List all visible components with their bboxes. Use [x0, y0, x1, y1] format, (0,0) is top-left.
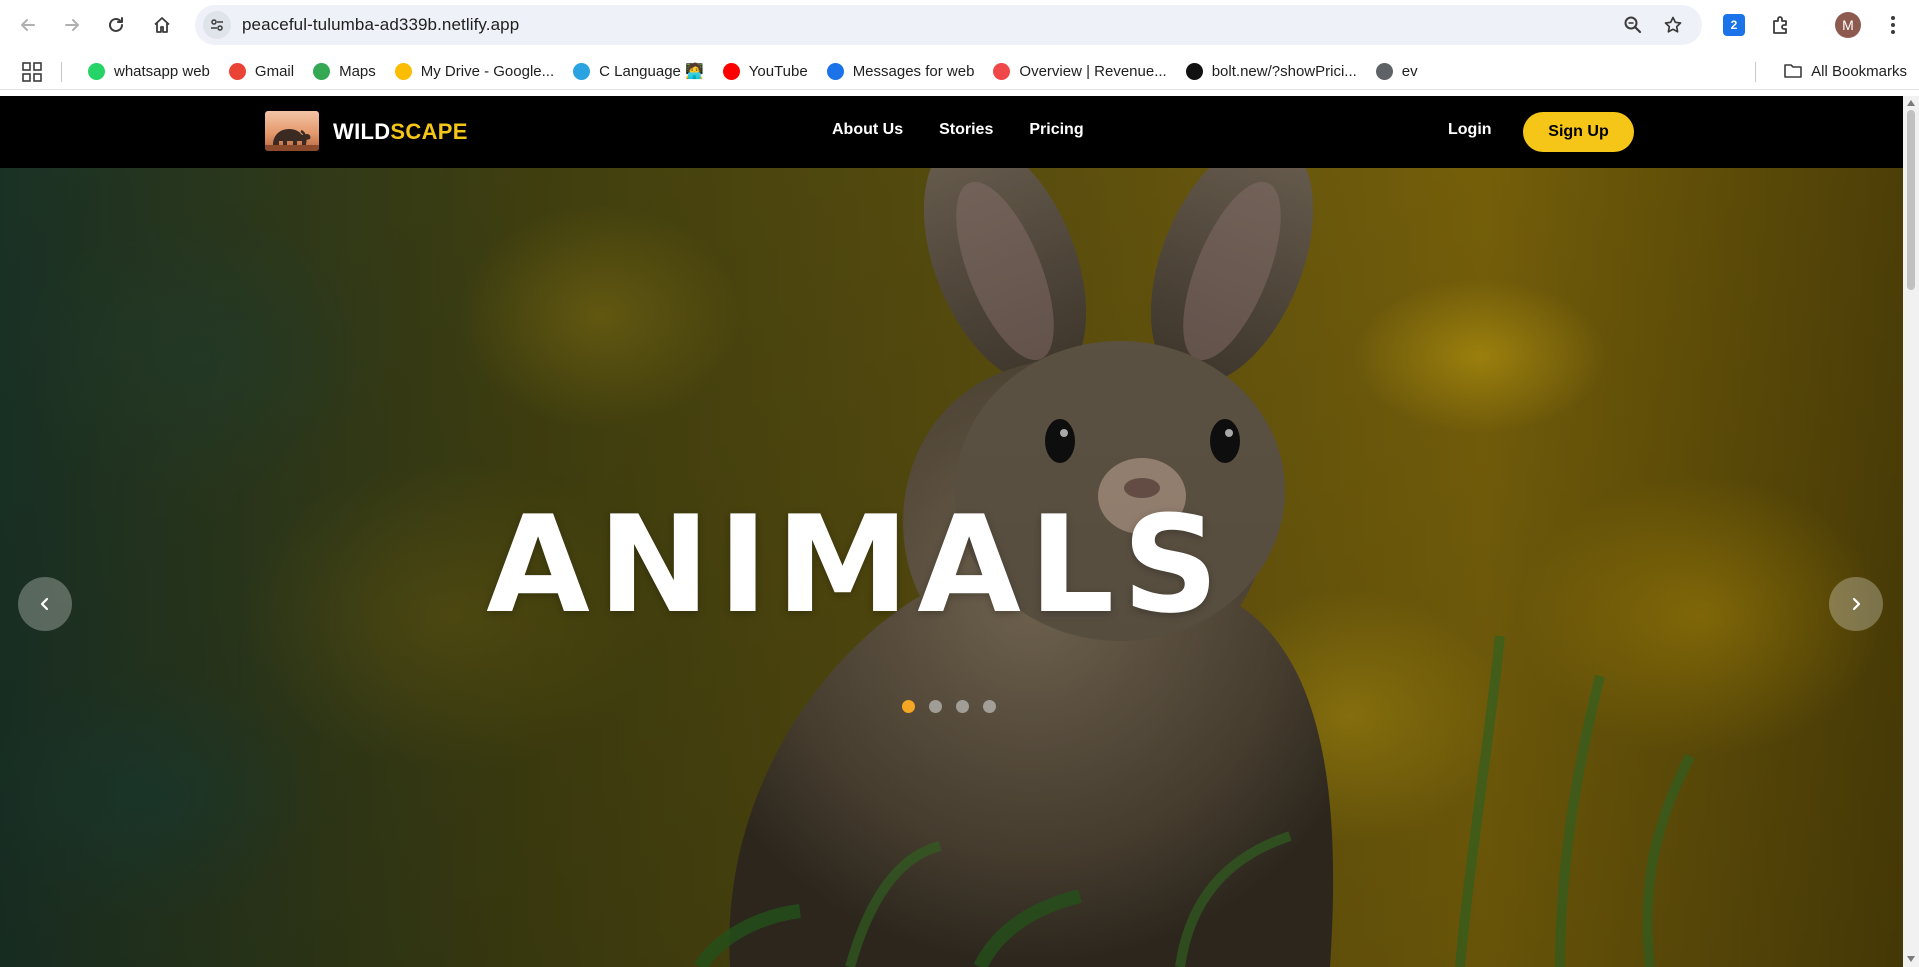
hero-title-text: ANIMALS — [486, 487, 1227, 643]
bookmark-label: Gmail — [254, 62, 295, 80]
scroll-up-icon[interactable] — [1907, 100, 1915, 106]
home-button[interactable] — [146, 9, 178, 41]
main-nav: About Us Stories Pricing — [832, 121, 1120, 139]
slide-dot[interactable] — [929, 700, 942, 713]
bookmark-label: C Language 🧑‍💻 — [599, 63, 704, 80]
home-icon — [154, 17, 170, 33]
bookmark-item[interactable]: Gmail — [221, 57, 302, 85]
bookmark-favicon-icon — [573, 62, 591, 80]
profile-button[interactable]: M — [1834, 11, 1862, 39]
logo-image[interactable] — [265, 111, 319, 151]
bookmark-item[interactable]: YouTube — [715, 57, 816, 85]
logo-scape: SCAPE — [390, 119, 468, 144]
all-bookmarks-button[interactable]: All Bookmarks — [1783, 57, 1907, 85]
bookmark-label: bolt.new/?showPrici... — [1211, 62, 1357, 80]
bookmarks-divider — [1755, 62, 1756, 82]
bookmark-label: Maps — [339, 62, 376, 80]
bookmark-label: My Drive - Google... — [420, 62, 555, 80]
bookmark-list: whatsapp web Gmail Maps My Drive - Google..… — [80, 52, 1429, 90]
back-icon — [21, 19, 35, 31]
star-icon — [1664, 16, 1682, 33]
slide-dot[interactable] — [983, 700, 996, 713]
bookmark-item[interactable]: whatsapp web — [80, 57, 218, 85]
chevron-right-icon — [1852, 597, 1861, 611]
reload-button[interactable] — [100, 9, 132, 41]
site-logo[interactable]: WILDSCAPE — [333, 119, 468, 145]
scrollbar-thumb[interactable] — [1907, 110, 1915, 290]
bookmarks-bar: whatsapp web Gmail Maps My Drive - Google..… — [0, 52, 1919, 90]
hero-slider: ANIMALS — [0, 96, 1903, 967]
folder-icon — [1784, 64, 1802, 78]
chevron-left-icon — [40, 597, 49, 611]
bookmark-item[interactable]: Messages for web — [819, 57, 983, 85]
site-info-button[interactable] — [203, 11, 231, 39]
signup-button[interactable]: Sign Up — [1523, 112, 1634, 152]
bookmark-item[interactable]: bolt.new/?showPrici... — [1178, 57, 1365, 85]
login-link[interactable]: Login — [1448, 121, 1492, 139]
hero-title: ANIMALS — [0, 498, 1903, 632]
bookmark-favicon-icon — [993, 62, 1011, 80]
bookmark-item[interactable]: C Language 🧑‍💻 — [565, 57, 712, 85]
slide-dot[interactable] — [902, 700, 915, 713]
bookmark-item[interactable]: ev — [1368, 57, 1426, 85]
site-header: WILDSCAPE About Us Stories Pricing Login… — [0, 96, 1903, 168]
reload-icon — [109, 17, 123, 32]
bookmark-item[interactable]: My Drive - Google... — [387, 57, 562, 85]
forward-button[interactable] — [56, 9, 88, 41]
bookmark-item[interactable]: Maps — [305, 57, 384, 85]
address-bar[interactable]: peaceful-tulumba-ad339b.netlify.app — [195, 5, 1702, 45]
site-info-icon — [211, 19, 223, 31]
page-scrollbar[interactable] — [1903, 96, 1919, 967]
nav-about-us[interactable]: About Us — [832, 121, 903, 139]
elephant-logo-icon — [265, 129, 319, 151]
bookmark-favicon-icon — [313, 62, 331, 80]
zoom-icon — [1624, 16, 1642, 34]
page-viewport: ANIMALS WILDSCAPE About Us Stories Prici… — [0, 96, 1903, 967]
browser-menu-button[interactable] — [1879, 11, 1907, 39]
bookmark-favicon-icon — [228, 62, 246, 80]
bookmarks-divider — [61, 62, 62, 82]
next-slide-button[interactable] — [1829, 577, 1883, 631]
zoom-button[interactable] — [1622, 14, 1644, 36]
apps-grid-icon[interactable] — [21, 61, 43, 83]
bookmark-label: ev — [1401, 62, 1418, 80]
extension-button[interactable]: 2 — [1720, 11, 1748, 39]
nav-pricing[interactable]: Pricing — [1029, 121, 1083, 139]
browser-toolbar: peaceful-tulumba-ad339b.netlify.app 2 M — [0, 0, 1919, 50]
nav-stories[interactable]: Stories — [939, 121, 993, 139]
bookmark-favicon-icon — [722, 62, 740, 80]
more-icon — [1891, 16, 1895, 34]
bookmark-favicon-icon — [1185, 62, 1203, 80]
extensions-menu-button[interactable] — [1767, 11, 1795, 39]
bookmark-favicon-icon — [1375, 62, 1393, 80]
scroll-down-icon[interactable] — [1907, 956, 1915, 962]
avatar: M — [1835, 12, 1861, 38]
bookmark-item[interactable]: Overview | Revenue... — [985, 57, 1174, 85]
prev-slide-button[interactable] — [18, 577, 72, 631]
bookmark-favicon-icon — [826, 62, 844, 80]
bookmark-label: whatsapp web — [114, 62, 210, 80]
bookmark-star-button[interactable] — [1662, 14, 1684, 36]
bookmark-label: YouTube — [748, 62, 808, 80]
puzzle-icon — [1773, 16, 1787, 34]
forward-icon — [65, 19, 79, 31]
slide-indicators — [902, 700, 1010, 713]
bookmark-favicon-icon — [88, 62, 105, 80]
bookmark-label: Overview | Revenue... — [1019, 62, 1167, 80]
extension-icon: 2 — [1723, 14, 1745, 36]
bookmark-favicon-icon — [394, 62, 412, 80]
url-text[interactable]: peaceful-tulumba-ad339b.netlify.app — [242, 15, 519, 35]
slide-dot[interactable] — [956, 700, 969, 713]
bookmark-label: Messages for web — [852, 62, 975, 80]
back-button[interactable] — [12, 9, 44, 41]
all-bookmarks-label: All Bookmarks — [1811, 62, 1907, 80]
logo-wild: WILD — [333, 119, 391, 144]
